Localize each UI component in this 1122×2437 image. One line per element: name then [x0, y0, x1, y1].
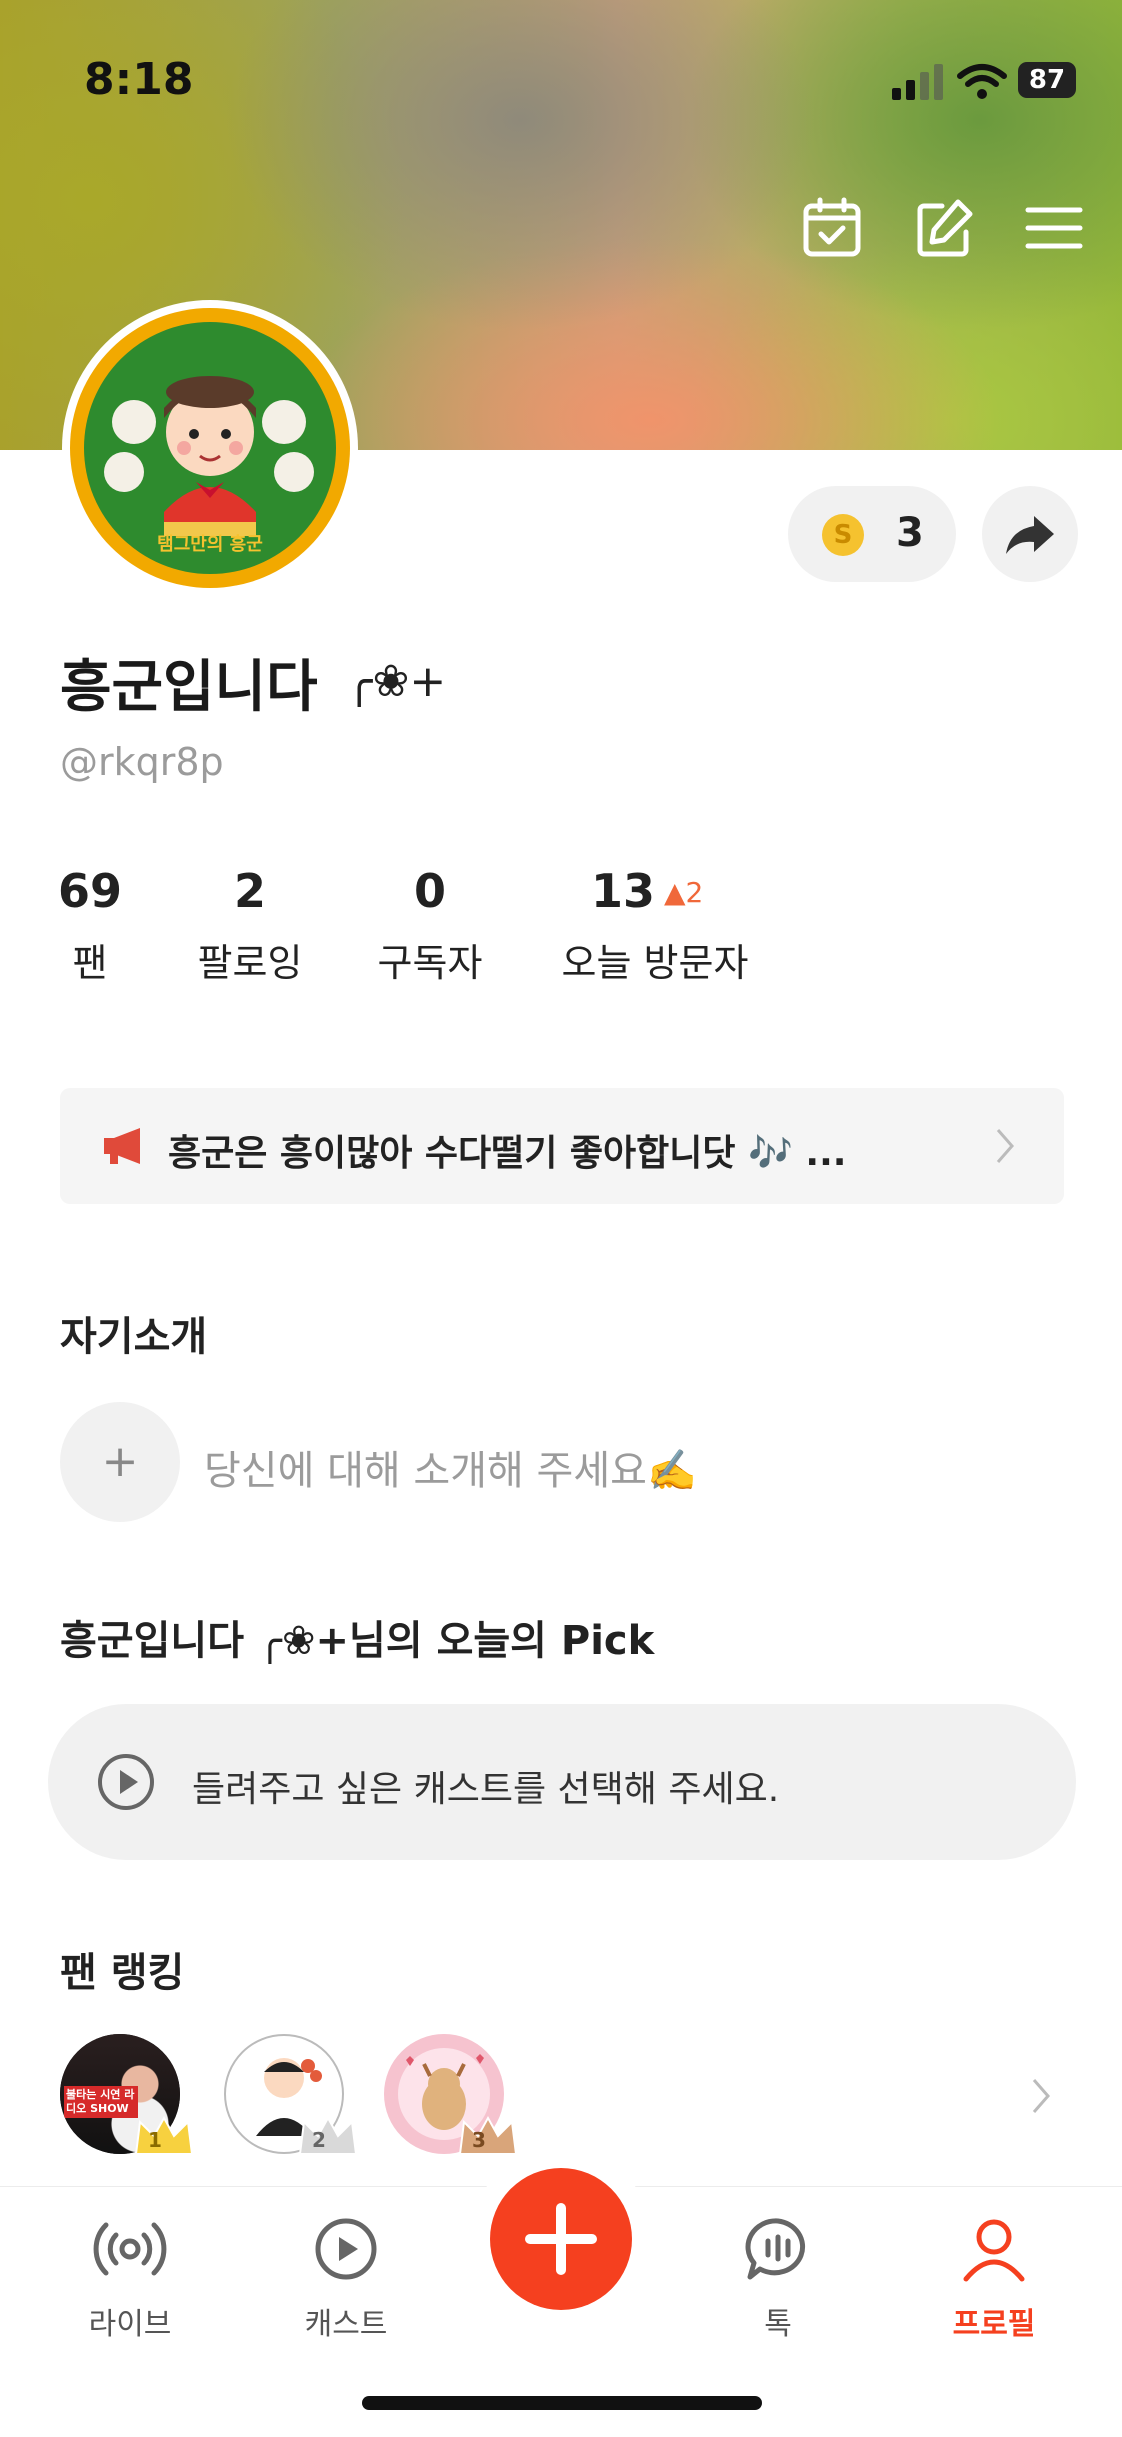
stat-following-label[interactable]: 팔로잉	[180, 932, 320, 987]
intro-section-title: 자기소개	[60, 1314, 208, 1360]
status-time: 8:18	[84, 54, 194, 105]
edit-icon	[917, 199, 973, 257]
add-intro-button[interactable]: +	[60, 1402, 180, 1522]
megaphone-icon	[104, 1128, 140, 1164]
wifi-icon	[957, 64, 1007, 99]
stat-following-count[interactable]: 2	[180, 864, 320, 918]
stat-subscribers-label[interactable]: 구독자	[360, 932, 500, 987]
profile-handle: @rkqr8p	[60, 740, 224, 784]
coin-count: 3	[896, 510, 924, 556]
fan-rank-1-avatar[interactable]: 불타는 시연 라디오 SHOW 1	[60, 2034, 194, 2155]
attendance-calendar-button[interactable]	[800, 196, 864, 260]
nav-profile[interactable]: 프로필	[914, 2211, 1074, 2343]
nav-profile-label: 프로필	[952, 2307, 1036, 2342]
status-indicators: 87	[890, 60, 1080, 104]
share-button[interactable]	[982, 486, 1078, 582]
nav-live-label: 라이브	[88, 2307, 172, 2342]
chevron-right-icon	[996, 1129, 1014, 1163]
fan-rank-1-caption: 불타는 시연 라디오 SHOW	[64, 2086, 138, 2118]
avatar-caption: 탬그만의 흥군	[157, 534, 263, 555]
pick-section-title: 흥군입니다 ╭❀+님의 오늘의 Pick	[60, 1618, 655, 1664]
create-button[interactable]	[490, 2168, 632, 2310]
home-indicator	[362, 2396, 762, 2410]
gold-crown-icon	[134, 2115, 194, 2155]
stat-fans-count[interactable]: 69	[40, 864, 140, 918]
stat-fans-label[interactable]: 팬	[40, 932, 140, 987]
profile-icon	[963, 2219, 1025, 2282]
profile-avatar[interactable]: 탬그만의 흥군	[62, 300, 358, 596]
calendar-check-icon	[803, 197, 861, 257]
profile-nickname: 흥군입니다	[60, 655, 318, 720]
nickname-decoration: ╭❀+	[346, 656, 447, 707]
fan-rank-2-avatar[interactable]: 2	[224, 2034, 358, 2155]
pick-placeholder: 들려주고 싶은 캐스트를 선택해 주세요.	[192, 1769, 780, 1810]
fan-rank-2-number: 2	[312, 2128, 326, 2152]
coin-balance-button[interactable]: S 3	[788, 486, 956, 582]
fan-ranking-title: 팬 랭킹	[60, 1950, 185, 1996]
notice-banner[interactable]: 흥군은 흥이많아 수다떨기 좋아합니닷 🎶 ...	[60, 1088, 1064, 1204]
stat-visitors-label[interactable]: 오늘 방문자	[550, 932, 760, 987]
pick-cast-selector[interactable]: 들려주고 싶은 캐스트를 선택해 주세요.	[48, 1704, 1076, 1860]
notice-text: 흥군은 흥이많아 수다떨기 좋아합니닷 🎶 ...	[168, 1133, 847, 1174]
share-arrow-icon	[1006, 516, 1054, 554]
nav-talk-label: 톡	[764, 2307, 792, 2342]
play-circle-icon	[98, 1754, 154, 1810]
silver-crown-icon	[298, 2115, 358, 2155]
stat-subscribers-count[interactable]: 0	[360, 864, 500, 918]
hamburger-menu-icon	[1025, 207, 1083, 249]
signal-icon	[892, 64, 943, 100]
menu-button[interactable]	[1022, 196, 1086, 260]
battery-indicator: 87	[1018, 62, 1076, 98]
play-icon	[315, 2218, 377, 2280]
fan-rank-3-number: 3	[472, 2128, 486, 2152]
nav-cast-label: 캐스트	[304, 2307, 388, 2342]
nav-talk[interactable]: 톡	[698, 2211, 858, 2343]
live-icon	[93, 2222, 167, 2276]
fan-ranking-chevron-icon[interactable]	[1030, 2076, 1054, 2116]
edit-profile-button[interactable]	[912, 196, 976, 260]
bronze-crown-icon	[458, 2115, 518, 2155]
intro-placeholder[interactable]: 당신에 대해 소개해 주세요✍️	[204, 1438, 697, 1496]
stat-visitors-delta: ▲2	[664, 876, 704, 909]
chat-icon	[745, 2218, 806, 2280]
nav-live[interactable]: 라이브	[50, 2211, 210, 2343]
fan-rank-1-number: 1	[148, 2128, 162, 2152]
fan-rank-3-avatar[interactable]: 3	[384, 2034, 518, 2155]
nav-cast[interactable]: 캐스트	[266, 2211, 426, 2343]
coin-icon: S	[822, 514, 864, 556]
create-button-wrapper	[470, 2148, 652, 2330]
plus-icon	[525, 2203, 597, 2275]
